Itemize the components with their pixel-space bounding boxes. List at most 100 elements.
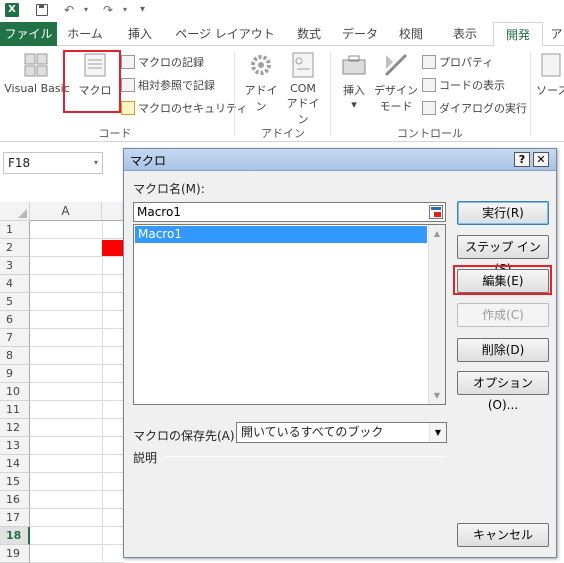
row-header[interactable]: 3 xyxy=(0,257,30,275)
row-gridline xyxy=(30,274,124,275)
name-box[interactable]: F18 ▾ xyxy=(3,152,103,174)
source-button[interactable]: ソース xyxy=(536,50,564,98)
tab-file[interactable]: ファイル xyxy=(0,22,57,46)
macro-security-button[interactable]: マクロのセキュリティ xyxy=(121,100,247,118)
select-all-corner[interactable] xyxy=(0,202,30,221)
save-icon[interactable] xyxy=(36,4,48,16)
undo-dropdown-icon[interactable]: ▾ xyxy=(84,3,88,17)
excel-logo-icon: X xyxy=(5,3,19,17)
options-button[interactable]: オプション(O)... xyxy=(457,371,549,412)
row-gridline xyxy=(30,382,124,383)
row-header[interactable]: 9 xyxy=(0,365,30,383)
tab-data[interactable]: データ xyxy=(335,22,385,46)
collapse-dialog-icon[interactable] xyxy=(429,205,443,219)
worksheet-grid[interactable]: A 1 2 3 4 5 6 7 8 9 10 11 12 13 14 15 16 17 18 19 xyxy=(0,202,124,563)
macro-store-value: 開いているすべてのブック xyxy=(241,425,384,439)
group-separator xyxy=(530,52,531,136)
insert-control-button[interactable]: 挿入 ▾ xyxy=(337,50,371,111)
row-header[interactable]: 12 xyxy=(0,419,30,437)
row-gridline xyxy=(30,400,124,401)
row-header[interactable]: 4 xyxy=(0,275,30,293)
row-gridline xyxy=(30,310,124,311)
redo-dropdown-icon[interactable]: ▾ xyxy=(123,3,127,17)
dialog-titlebar[interactable]: マクロ ? ✕ xyxy=(124,149,556,171)
cancel-button[interactable]: キャンセル xyxy=(457,523,549,547)
row-header[interactable]: 16 xyxy=(0,491,30,509)
row-header[interactable]: 19 xyxy=(0,545,30,563)
relative-reference-label: 相対参照で記録 xyxy=(138,79,215,92)
row-header[interactable]: 17 xyxy=(0,509,30,527)
help-button[interactable]: ? xyxy=(514,152,530,167)
macro-store-select[interactable]: 開いているすべてのブック ▼ xyxy=(236,422,447,443)
delete-button[interactable]: 削除(D) xyxy=(457,338,549,362)
scroll-down-icon[interactable]: ▼ xyxy=(429,387,445,404)
code-group-label: コード xyxy=(98,127,132,140)
row-header[interactable]: 14 xyxy=(0,455,30,473)
tab-home[interactable]: ホーム xyxy=(57,22,113,46)
row-header[interactable]: 7 xyxy=(0,329,30,347)
source-label: ソース xyxy=(536,84,564,97)
row-header[interactable]: 18 xyxy=(0,527,30,545)
macro-name-input[interactable] xyxy=(134,203,424,221)
row-header[interactable]: 10 xyxy=(0,383,30,401)
macro-highlight-box xyxy=(63,50,121,113)
relative-reference-button[interactable]: 相対参照で記録 xyxy=(121,77,215,95)
chevron-down-icon: ▾ xyxy=(351,98,357,111)
addins-button[interactable]: アドイン xyxy=(240,50,282,114)
row-header[interactable]: 15 xyxy=(0,473,30,491)
toolbox-icon xyxy=(342,55,366,75)
chevron-down-icon[interactable]: ▼ xyxy=(429,423,446,442)
list-item[interactable]: Macro1 xyxy=(135,226,427,243)
properties-icon xyxy=(422,55,436,69)
row-header[interactable]: 13 xyxy=(0,437,30,455)
addins-label: アドイン xyxy=(244,84,278,113)
tab-review[interactable]: 校閲 xyxy=(385,22,437,46)
macro-list[interactable]: Macro1 ▲ ▼ xyxy=(133,224,446,405)
edit-highlight-box xyxy=(453,265,552,295)
row-header[interactable]: 8 xyxy=(0,347,30,365)
row-header[interactable]: 5 xyxy=(0,293,30,311)
row-header[interactable]: 6 xyxy=(0,311,30,329)
group-separator xyxy=(234,52,235,136)
tab-formulas[interactable]: 数式 xyxy=(283,22,335,46)
com-addins-button[interactable]: COM アドイン xyxy=(283,50,323,127)
list-scrollbar[interactable]: ▲ ▼ xyxy=(428,225,445,404)
redo-icon[interactable]: ↷ xyxy=(103,3,113,17)
record-macro-label: マクロの記録 xyxy=(138,56,204,69)
tab-developer[interactable]: 開発 xyxy=(493,22,543,47)
design-mode-button[interactable]: デザイン モード xyxy=(374,50,418,114)
column-header-b[interactable] xyxy=(102,202,124,221)
tab-addins-cut[interactable]: ア xyxy=(549,22,564,46)
properties-button[interactable]: プロパティ xyxy=(422,54,493,72)
record-macro-button[interactable]: マクロの記録 xyxy=(121,54,204,72)
tab-insert[interactable]: 挿入 xyxy=(113,22,167,46)
visual-basic-button[interactable]: Visual Basic xyxy=(2,50,72,95)
row-gridline xyxy=(30,544,124,545)
undo-icon[interactable]: ↶ xyxy=(64,3,74,17)
step-in-button[interactable]: ステップ イン(S) xyxy=(457,235,549,276)
row-header[interactable]: 1 xyxy=(0,221,30,239)
macro-dialog: マクロ ? ✕ マクロ名(M): Macro1 ▲ ▼ 実行(R) ステップ イ… xyxy=(123,148,557,558)
run-dialog-button[interactable]: ダイアログの実行 xyxy=(422,100,527,118)
dialog-title: マクロ xyxy=(130,154,167,168)
chevron-down-icon[interactable]: ▾ xyxy=(94,153,98,173)
tab-page-layout[interactable]: ページ レイアウト xyxy=(167,22,283,46)
scroll-up-icon[interactable]: ▲ xyxy=(429,225,445,242)
view-code-button[interactable]: コードの表示 xyxy=(422,77,505,95)
gear-icon xyxy=(251,55,271,75)
customize-qat-icon[interactable]: ▾ xyxy=(140,3,145,17)
tab-view[interactable]: 表示 xyxy=(437,22,493,46)
run-button[interactable]: 実行(R) xyxy=(457,201,549,225)
design-mode-label-1: デザイン xyxy=(374,84,418,97)
column-header-a[interactable]: A xyxy=(30,202,102,221)
red-filled-cell[interactable] xyxy=(102,240,124,257)
view-code-label: コードの表示 xyxy=(439,79,505,92)
row-header[interactable]: 11 xyxy=(0,401,30,419)
close-icon[interactable]: ✕ xyxy=(533,152,549,167)
view-code-icon xyxy=(422,78,436,92)
com-addins-label-1: COM xyxy=(290,82,316,95)
row-header[interactable]: 2 xyxy=(0,239,30,257)
macro-name-field[interactable] xyxy=(133,202,446,222)
properties-label: プロパティ xyxy=(439,56,494,69)
create-button[interactable]: 作成(C) xyxy=(457,303,549,327)
